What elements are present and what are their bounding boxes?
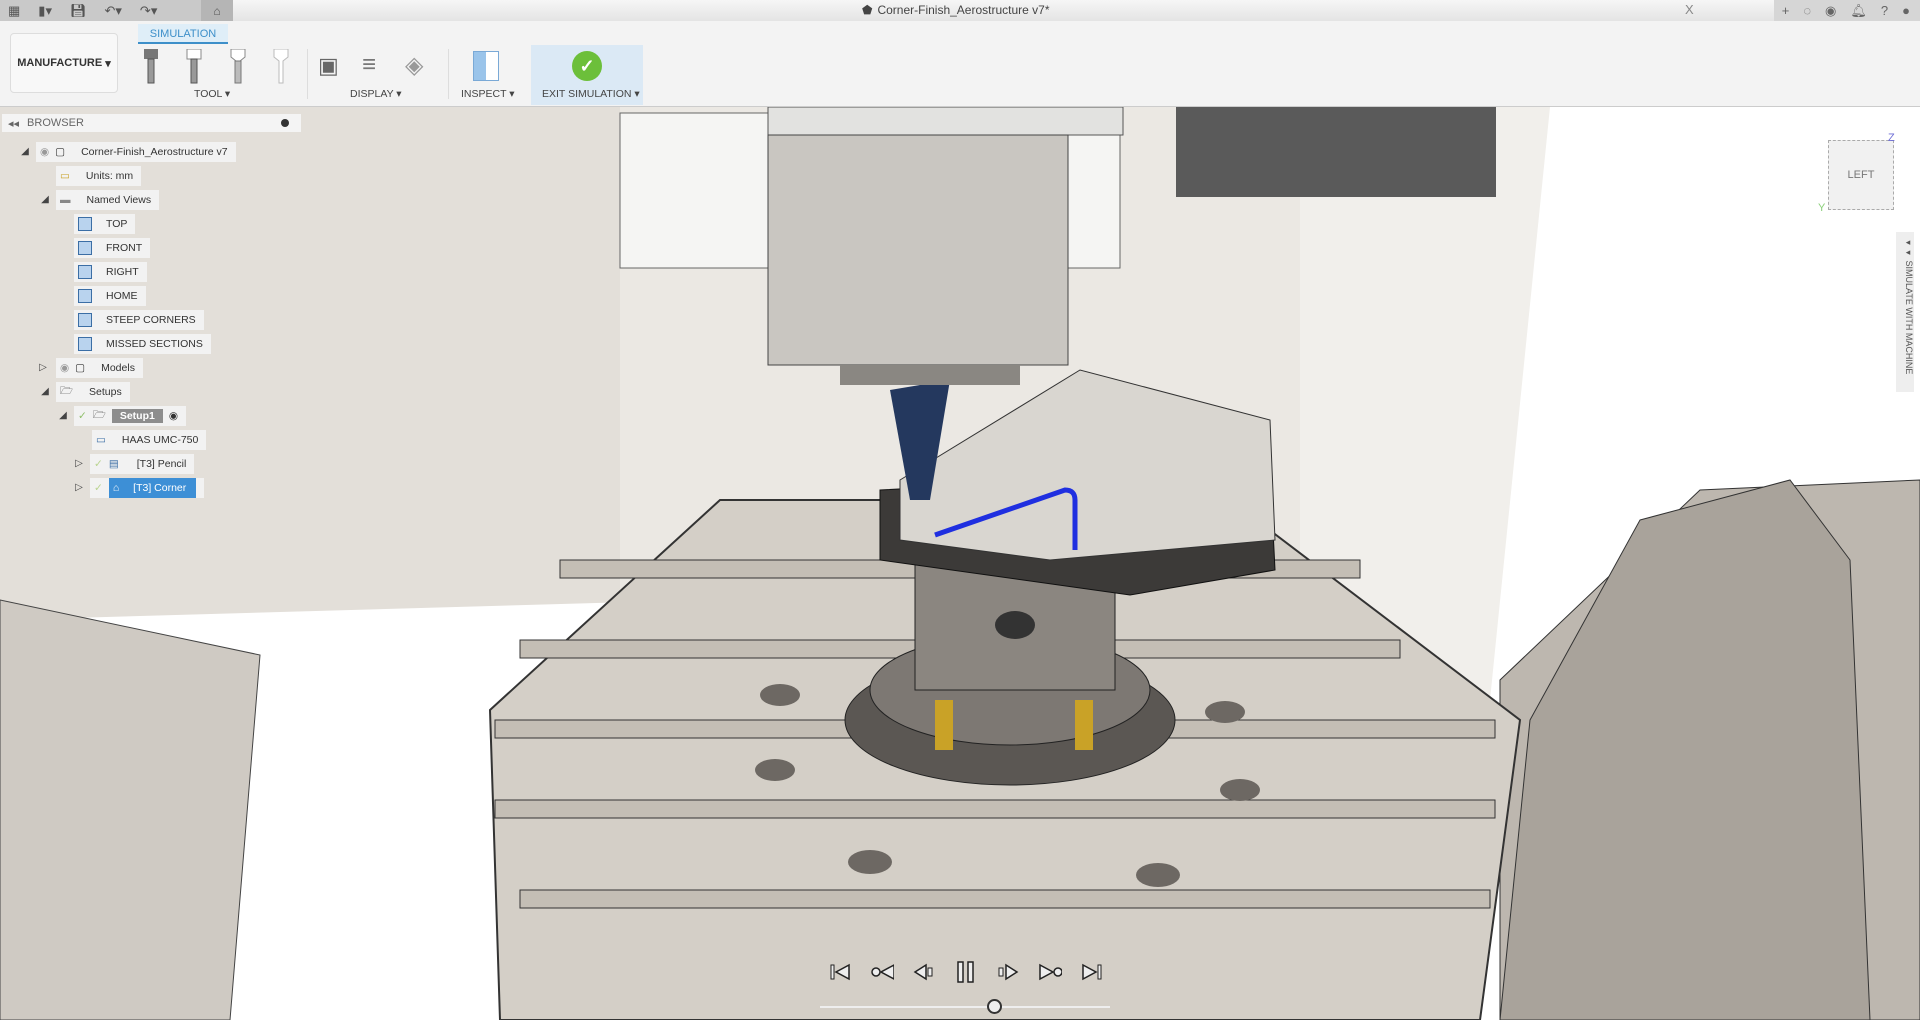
- 3d-viewport[interactable]: [0, 0, 1920, 1020]
- named-view-icon: [78, 312, 92, 327]
- tool-icon-4[interactable]: [272, 49, 290, 85]
- component-icon: ▢: [55, 145, 66, 158]
- tab-simulation[interactable]: SIMULATION: [138, 24, 228, 44]
- named-view-missed-sections[interactable]: MISSED SECTIONS: [74, 333, 211, 354]
- tree-models[interactable]: ▷ ◉ ▢ Models: [36, 357, 143, 378]
- folder-icon: ▬: [60, 193, 71, 206]
- redo-icon[interactable]: ↷▾: [140, 3, 157, 19]
- tree-op-corner[interactable]: ▷ ✓ ⌂ [T3] Corner: [72, 477, 205, 498]
- tree-setups[interactable]: ◢ 🗁︎ Setups: [38, 381, 130, 402]
- eye-icon[interactable]: ◉: [60, 362, 69, 374]
- toolpath-display-icon[interactable]: ≡: [362, 51, 376, 79]
- document-icon: ⬟: [862, 3, 873, 17]
- new-tab-icon[interactable]: +: [1782, 3, 1790, 18]
- check-icon: ✓: [78, 409, 87, 422]
- collapse-browser-icon[interactable]: ◂◂: [8, 117, 19, 130]
- home-icon[interactable]: ⌂: [201, 0, 233, 21]
- playback-timeline[interactable]: [820, 1006, 1110, 1008]
- named-view-right[interactable]: RIGHT: [74, 261, 147, 282]
- inspect-group-label[interactable]: INSPECT ▾: [461, 88, 515, 100]
- divider: [448, 49, 449, 99]
- folder-open-icon: 🗁︎: [60, 384, 74, 397]
- quick-access-toolbar: ▦ ▮▾ 💾︎ ↶▾ ↷▾ ⌂: [0, 0, 233, 21]
- browser-options-icon[interactable]: [281, 119, 289, 127]
- expand-icon[interactable]: ◢: [56, 410, 70, 421]
- browser-header[interactable]: ◂◂ BROWSER: [2, 114, 301, 132]
- playback-slider-handle[interactable]: [987, 999, 1002, 1014]
- expand-icon[interactable]: ▷: [36, 362, 50, 373]
- tree-named-views[interactable]: ◢ ▬ Named Views: [38, 189, 160, 210]
- axis-z-label: Z: [1888, 132, 1895, 144]
- expand-icon[interactable]: ◢: [38, 194, 52, 205]
- toolbar-ribbon: SIMULATION MANUFACTURE ▾ TOOL ▾ ▣ ≡ ◈ DI…: [0, 21, 1920, 107]
- sync-icon[interactable]: ◌: [1803, 3, 1811, 18]
- named-view-icon: [78, 336, 92, 351]
- checkmark-icon: ✓: [572, 51, 602, 81]
- corner-op-icon: ⌂: [112, 481, 120, 494]
- step-back-icon[interactable]: [912, 960, 936, 984]
- named-view-icon: [78, 264, 92, 279]
- expand-icon[interactable]: ▷: [72, 458, 86, 469]
- expand-icon[interactable]: ▷: [72, 482, 86, 493]
- app-grid-icon[interactable]: ▦: [8, 3, 20, 19]
- named-view-icon: [78, 240, 92, 255]
- check-icon: ✓: [94, 457, 103, 470]
- file-menu-icon[interactable]: ▮▾: [38, 3, 52, 19]
- simulate-with-machine-panel[interactable]: ◂◂ SIMULATE WITH MACHINE: [1896, 232, 1914, 392]
- tree-machine[interactable]: ▭ HAAS UMC-750: [92, 429, 207, 450]
- close-tab-button[interactable]: X: [1685, 2, 1694, 17]
- named-view-steep-corners[interactable]: STEEP CORNERS: [74, 309, 204, 330]
- stock-display-icon[interactable]: ◈: [405, 51, 423, 80]
- display-group-label[interactable]: DISPLAY ▾: [350, 88, 402, 100]
- save-icon[interactable]: 💾︎: [70, 3, 87, 19]
- axis-y-label: Y: [1818, 202, 1826, 214]
- tool-icon-2[interactable]: [185, 49, 203, 85]
- named-view-icon: [78, 216, 92, 231]
- help-icon[interactable]: ?: [1881, 3, 1888, 18]
- tree-root[interactable]: ◢ ◉ ▢ Corner-Finish_Aerostructure v7: [18, 141, 236, 162]
- title-bar: ▦ ▮▾ 💾︎ ↶▾ ↷▾ ⌂ ⬟ Corner-Finish_Aerostru…: [0, 0, 1920, 21]
- undo-icon[interactable]: ↶▾: [105, 3, 122, 19]
- view-cube[interactable]: LEFT: [1828, 140, 1894, 210]
- named-view-icon: [78, 288, 92, 303]
- inspect-icon[interactable]: [473, 51, 499, 81]
- tool-icon-1[interactable]: [142, 49, 160, 85]
- tool-icon-3[interactable]: [229, 49, 247, 85]
- step-forward-icon[interactable]: [996, 960, 1020, 984]
- machine-display-icon[interactable]: ▣: [318, 53, 339, 79]
- workspace-switcher[interactable]: MANUFACTURE ▾: [10, 33, 118, 93]
- machine-icon: ▭: [96, 433, 106, 446]
- previous-operation-icon[interactable]: [870, 960, 894, 984]
- tree-setup1[interactable]: ◢ ✓ 🗁︎ Setup1 ◉: [56, 405, 187, 426]
- tree-op-pencil[interactable]: ▷ ✓ ▤ [T3] Pencil: [72, 453, 195, 474]
- folder-open-icon: 🗁︎: [92, 408, 106, 421]
- notification-bell-icon[interactable]: 🔔︎: [1850, 3, 1867, 19]
- next-operation-icon[interactable]: [1038, 960, 1062, 984]
- go-to-end-icon[interactable]: [1080, 960, 1104, 984]
- named-view-front[interactable]: FRONT: [74, 237, 151, 258]
- playback-controls: [828, 960, 1104, 984]
- user-avatar[interactable]: ●: [1902, 3, 1910, 18]
- pause-icon[interactable]: [954, 960, 978, 984]
- active-setup-icon[interactable]: ◉: [169, 410, 178, 422]
- tree-units[interactable]: ▭ Units: mm: [56, 165, 142, 186]
- tool-group-label[interactable]: TOOL ▾: [194, 88, 230, 100]
- go-to-start-icon[interactable]: [828, 960, 852, 984]
- eye-icon[interactable]: ◉: [40, 146, 49, 158]
- pencil-op-icon: ▤: [108, 457, 119, 470]
- divider: [307, 49, 308, 99]
- check-icon: ✓: [94, 481, 103, 494]
- component-icon: ▢: [75, 361, 86, 374]
- job-status-icon[interactable]: ◉: [1825, 3, 1836, 19]
- expand-icon[interactable]: ◢: [38, 386, 52, 397]
- expand-icon[interactable]: ◢: [18, 146, 32, 157]
- named-view-top[interactable]: TOP: [74, 213, 136, 234]
- document-tab[interactable]: ⬟ Corner-Finish_Aerostructure v7*: [862, 3, 1050, 17]
- document-units-icon: ▭: [60, 169, 70, 182]
- named-view-home[interactable]: HOME: [74, 285, 146, 306]
- exit-simulation-button[interactable]: ✓ EXIT SIMULATION ▾: [531, 45, 643, 105]
